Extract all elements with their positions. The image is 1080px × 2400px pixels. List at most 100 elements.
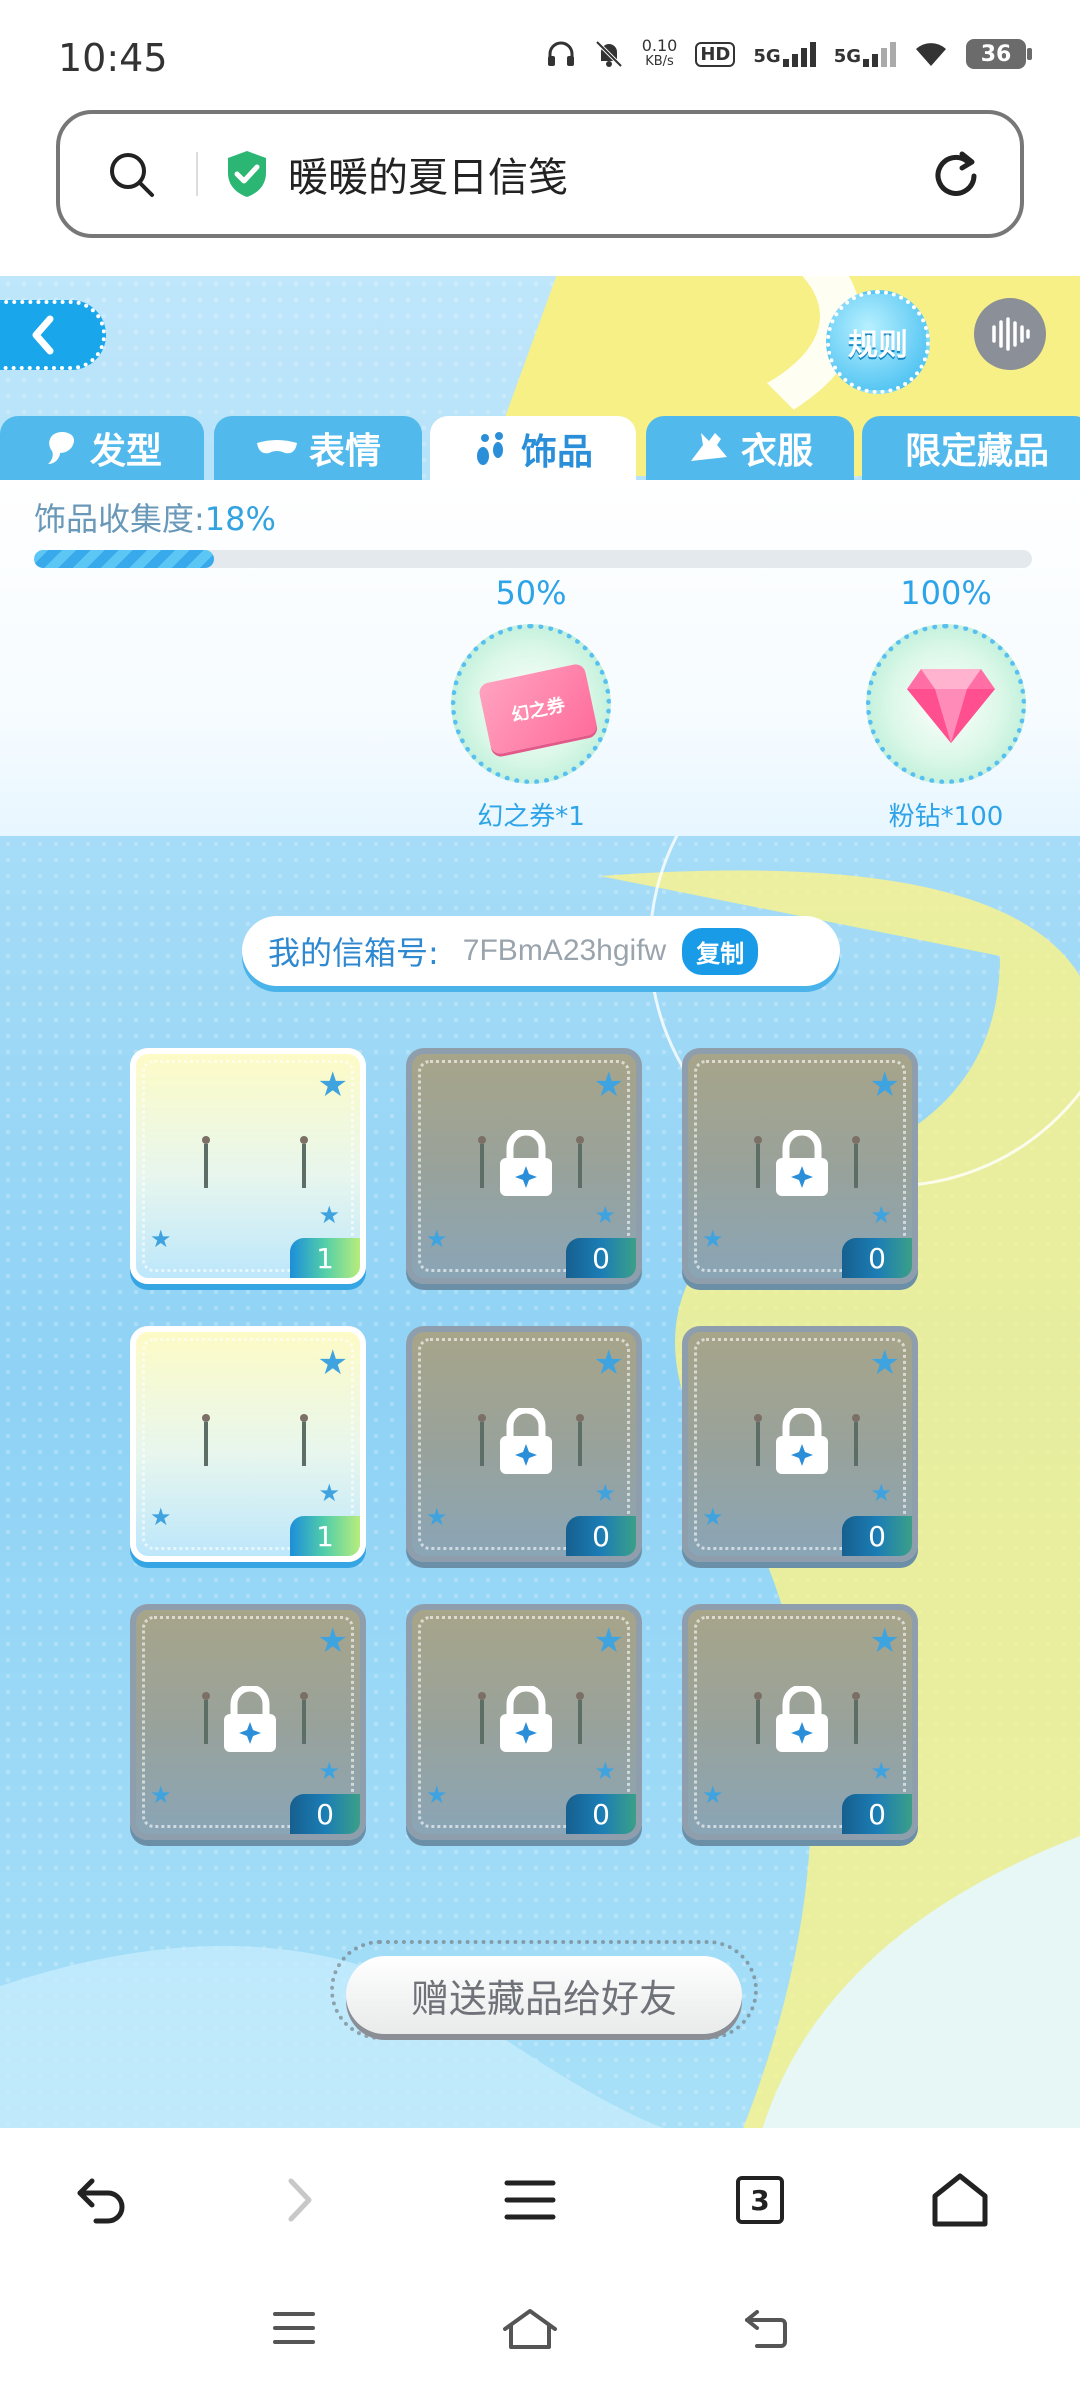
lock-icon bbox=[498, 1684, 554, 1754]
tab-expression[interactable]: 表情 bbox=[214, 416, 422, 480]
lock-icon bbox=[222, 1684, 278, 1754]
accessory-item-card[interactable]: ★ ★ ★ 0 bbox=[682, 1048, 918, 1284]
right-earring-icon bbox=[300, 1414, 308, 1466]
left-earring-icon bbox=[754, 1136, 762, 1188]
right-earring-icon bbox=[300, 1136, 308, 1188]
milestone-100[interactable]: 100% 粉钻*100 bbox=[856, 574, 1036, 833]
left-earring-icon bbox=[202, 1692, 210, 1744]
status-bar: 10:45 0.10 KB/s HD 5G 5G 36 bbox=[0, 0, 1080, 100]
item-count: 1 bbox=[290, 1238, 360, 1278]
nav-recents-button[interactable] bbox=[264, 2298, 324, 2358]
left-earring-icon bbox=[754, 1692, 762, 1744]
copy-button[interactable]: 复制 bbox=[682, 927, 759, 975]
recents-icon bbox=[273, 2312, 315, 2344]
refresh-icon[interactable] bbox=[928, 148, 984, 204]
category-tabs: 发型 表情 饰品 衣服 限定藏品 bbox=[0, 416, 1080, 482]
nav-home-button[interactable] bbox=[500, 2298, 560, 2358]
tab-hairstyle[interactable]: 发型 bbox=[0, 416, 204, 480]
accessory-item-card[interactable]: ★ ★ ★ 0 bbox=[130, 1604, 366, 1840]
item-count: 0 bbox=[566, 1794, 636, 1834]
browser-tabs-button[interactable]: 3 bbox=[728, 2168, 792, 2232]
star-icon: ★ bbox=[870, 1201, 892, 1229]
right-earring-icon bbox=[576, 1414, 584, 1466]
status-time: 10:45 bbox=[58, 36, 168, 80]
browser-back-button[interactable] bbox=[70, 2168, 134, 2232]
browser-forward-button[interactable] bbox=[268, 2168, 332, 2232]
item-count: 0 bbox=[842, 1238, 912, 1278]
right-earring-icon bbox=[576, 1136, 584, 1188]
gift-to-friend-button[interactable]: 赠送藏品给好友 bbox=[346, 1956, 742, 2034]
browser-menu-button[interactable] bbox=[498, 2168, 562, 2232]
page-title[interactable]: 暖暖的夏日信笺 bbox=[288, 145, 568, 203]
star-icon: ★ bbox=[150, 1781, 172, 1809]
clothes-icon bbox=[690, 433, 727, 461]
mask-icon bbox=[256, 440, 297, 454]
diamond-reward-badge bbox=[866, 624, 1026, 784]
lock-icon bbox=[498, 1128, 554, 1198]
item-count: 0 bbox=[566, 1516, 636, 1556]
milestone-50-percent: 50% bbox=[495, 574, 567, 612]
back-button[interactable] bbox=[0, 300, 106, 370]
mute-bell-icon bbox=[595, 40, 623, 68]
accessory-item-card[interactable]: ★ ★ ★ 0 bbox=[406, 1326, 642, 1562]
star-icon: ★ bbox=[594, 1201, 616, 1229]
star-icon: ★ bbox=[426, 1781, 448, 1809]
chevron-left-icon bbox=[32, 315, 54, 355]
address-bar[interactable]: 暖暖的夏日信笺 bbox=[56, 110, 1024, 238]
star-icon: ★ bbox=[869, 1621, 900, 1661]
tab-limited[interactable]: 限定藏品 bbox=[862, 416, 1080, 480]
pink-diamond-icon bbox=[907, 669, 995, 743]
rules-button[interactable]: 规则 bbox=[826, 290, 930, 394]
lock-icon bbox=[774, 1684, 830, 1754]
star-icon: ★ bbox=[150, 1503, 172, 1531]
item-count: 0 bbox=[842, 1516, 912, 1556]
browser-toolbar: 3 bbox=[0, 2128, 1080, 2272]
left-earring-icon bbox=[754, 1414, 762, 1466]
wifi-icon bbox=[916, 43, 946, 66]
lock-icon bbox=[498, 1406, 554, 1476]
milestone-100-reward: 粉钻*100 bbox=[888, 802, 1004, 832]
left-earring-icon bbox=[202, 1414, 210, 1466]
star-icon: ★ bbox=[318, 1757, 340, 1785]
accessory-item-card[interactable]: ★ ★ ★ 0 bbox=[406, 1604, 642, 1840]
left-earring-icon bbox=[478, 1692, 486, 1744]
item-count: 0 bbox=[842, 1794, 912, 1834]
accessory-item-card[interactable]: ★ ★ ★ 0 bbox=[682, 1604, 918, 1840]
star-icon: ★ bbox=[318, 1201, 340, 1229]
accessory-item-card[interactable]: ★ ★ ★ 1 bbox=[130, 1326, 366, 1562]
collection-percent: 18% bbox=[204, 500, 276, 538]
browser-home-button[interactable] bbox=[928, 2168, 992, 2232]
battery-icon: 36 bbox=[966, 39, 1032, 69]
tabs-icon: 3 bbox=[736, 2176, 784, 2224]
accessory-item-card[interactable]: ★ ★ ★ 1 bbox=[130, 1048, 366, 1284]
forward-arrow-icon bbox=[288, 2178, 312, 2222]
milestone-50[interactable]: 50% 幻之券 幻之券*1 bbox=[446, 574, 616, 833]
star-icon: ★ bbox=[593, 1343, 624, 1383]
tab-accessories[interactable]: 饰品 bbox=[430, 416, 636, 482]
right-earring-icon bbox=[300, 1692, 308, 1744]
search-icon[interactable] bbox=[106, 149, 156, 199]
accessory-item-card[interactable]: ★ ★ ★ 0 bbox=[682, 1326, 918, 1562]
star-icon: ★ bbox=[426, 1225, 448, 1253]
address-divider bbox=[196, 152, 198, 196]
menu-icon bbox=[504, 2180, 556, 2220]
left-earring-icon bbox=[478, 1136, 486, 1188]
collection-label-text: 饰品收集度: bbox=[34, 500, 205, 538]
accessory-item-card[interactable]: ★ ★ ★ 0 bbox=[406, 1048, 642, 1284]
star-icon: ★ bbox=[869, 1065, 900, 1105]
sound-button[interactable] bbox=[974, 298, 1046, 370]
star-icon: ★ bbox=[150, 1225, 172, 1253]
status-icons: 0.10 KB/s HD 5G 5G 36 bbox=[546, 38, 1032, 70]
lock-icon bbox=[774, 1406, 830, 1476]
mailbox-label: 我的信箱号: bbox=[268, 934, 439, 972]
star-icon: ★ bbox=[318, 1479, 340, 1507]
collection-progress-fill bbox=[34, 550, 214, 568]
star-icon: ★ bbox=[702, 1781, 724, 1809]
game-view: 规则 发型 表情 饰品 衣服 限定藏品 饰品收集度:18% 50% 幻之券 幻之… bbox=[0, 276, 1080, 2128]
tab-clothes[interactable]: 衣服 bbox=[646, 416, 854, 480]
nav-back-button[interactable] bbox=[736, 2298, 796, 2358]
system-nav-bar bbox=[0, 2272, 1080, 2400]
earring-icon bbox=[476, 432, 503, 465]
left-earring-icon bbox=[202, 1136, 210, 1188]
tab-expression-label: 表情 bbox=[308, 431, 381, 472]
